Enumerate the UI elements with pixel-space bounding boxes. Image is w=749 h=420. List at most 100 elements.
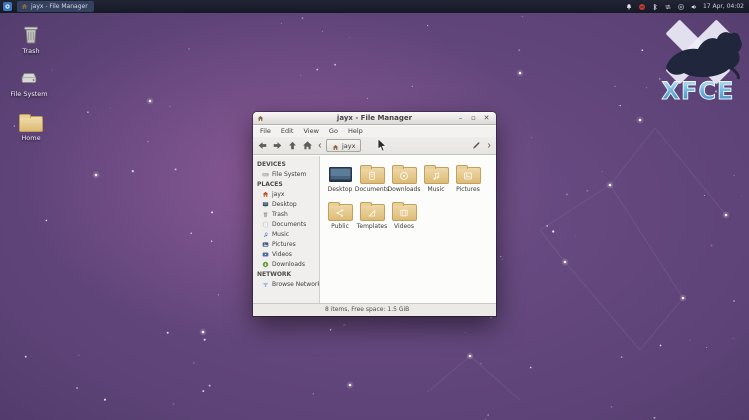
sidebar-item-browse-network[interactable]: Browse Network bbox=[253, 279, 319, 289]
file-item-templates[interactable]: Templates bbox=[356, 199, 388, 233]
file-item-documents[interactable]: Documents bbox=[356, 162, 388, 196]
download-icon bbox=[262, 261, 269, 268]
path-label: jayx bbox=[342, 140, 355, 152]
desktop-icon-file-system[interactable]: File System bbox=[6, 66, 52, 98]
sidebar-item-label: Trash bbox=[272, 211, 288, 218]
emblem-template-icon bbox=[361, 205, 384, 220]
network-icon bbox=[262, 281, 269, 288]
notifications-icon[interactable] bbox=[625, 3, 633, 11]
video-icon bbox=[262, 251, 269, 258]
file-item-pictures[interactable]: Pictures bbox=[452, 162, 484, 196]
desktop-icon-label: File System bbox=[10, 90, 47, 98]
panel-clock[interactable]: 17 Apr, 04:02 bbox=[703, 0, 744, 13]
path-scroll-right-button[interactable] bbox=[485, 139, 493, 152]
file-label: Documents bbox=[355, 186, 389, 193]
applications-menu-icon bbox=[4, 3, 11, 10]
desktop-icon-label: Home bbox=[21, 134, 40, 142]
path-scroll-left-button[interactable] bbox=[316, 139, 324, 152]
file-label: Downloads bbox=[388, 186, 421, 193]
applications-menu-button[interactable] bbox=[3, 2, 12, 11]
up-button[interactable] bbox=[286, 139, 299, 152]
sidebar-header-devices: DEVICES bbox=[253, 159, 319, 169]
sidebar-item-trash[interactable]: Trash bbox=[253, 209, 319, 219]
picture-icon bbox=[262, 241, 269, 248]
page-icon bbox=[262, 221, 269, 228]
sidebar-item-jayx[interactable]: jayx bbox=[253, 189, 319, 199]
sidebar-item-label: File System bbox=[272, 171, 306, 178]
file-label: Pictures bbox=[456, 186, 480, 193]
file-icon bbox=[392, 199, 417, 221]
file-view[interactable]: DesktopDocumentsDownloads Music Pictures Pu… bbox=[320, 156, 496, 303]
indicator-icon[interactable] bbox=[677, 3, 685, 11]
emblem-share-icon bbox=[329, 205, 352, 220]
forward-button[interactable] bbox=[271, 139, 284, 152]
taskbar-window-label: jayx - File Manager bbox=[31, 1, 88, 12]
file-item-desktop[interactable]: Desktop bbox=[324, 162, 356, 196]
window-titlebar-icon bbox=[257, 115, 264, 122]
sidebar-item-videos[interactable]: Videos bbox=[253, 249, 319, 259]
sidebar-item-label: Pictures bbox=[272, 241, 296, 248]
file-item-music[interactable]: Music bbox=[420, 162, 452, 196]
folder-icon bbox=[392, 167, 417, 184]
folder-icon bbox=[360, 167, 385, 184]
volume-icon[interactable] bbox=[690, 3, 698, 11]
home-button[interactable] bbox=[301, 139, 314, 152]
sidebar-item-label: Desktop bbox=[272, 201, 297, 208]
file-manager-window: jayx - File Manager –▫✕ FileEditViewGoHe… bbox=[253, 112, 496, 316]
taskbar-window-icon bbox=[21, 3, 28, 10]
menu-edit[interactable]: Edit bbox=[276, 126, 299, 137]
folder-big-icon bbox=[19, 110, 43, 132]
sidebar-item-pictures[interactable]: Pictures bbox=[253, 239, 319, 249]
sidebar-header-network: NETWORK bbox=[253, 269, 319, 279]
file-icon bbox=[360, 162, 385, 184]
desktop-icon-trash[interactable]: Trash bbox=[8, 23, 54, 55]
maximize-button[interactable]: ▫ bbox=[469, 114, 478, 123]
minimize-button[interactable]: – bbox=[456, 114, 465, 123]
file-label: Desktop bbox=[328, 186, 353, 193]
close-button[interactable]: ✕ bbox=[482, 114, 491, 123]
sidebar-item-label: Documents bbox=[272, 221, 306, 228]
drive-icon bbox=[262, 171, 269, 178]
updates-icon[interactable] bbox=[638, 3, 646, 11]
file-label: Public bbox=[331, 223, 349, 230]
back-button[interactable] bbox=[256, 139, 269, 152]
sidebar-item-downloads[interactable]: Downloads bbox=[253, 259, 319, 269]
file-label: Music bbox=[427, 186, 444, 193]
menubar: FileEditViewGoHelp bbox=[253, 126, 496, 137]
menu-help[interactable]: Help bbox=[343, 126, 368, 137]
xfce-logo: XFCE bbox=[648, 19, 748, 107]
window-titlebar[interactable]: jayx - File Manager –▫✕ bbox=[253, 112, 496, 125]
folder-icon bbox=[456, 167, 481, 184]
desktop-monitor-icon bbox=[328, 166, 353, 184]
folder-icon bbox=[392, 204, 417, 221]
bluetooth-icon[interactable] bbox=[651, 3, 659, 11]
desktop-icon-label: Trash bbox=[22, 47, 39, 55]
file-item-downloads[interactable]: Downloads bbox=[388, 162, 420, 196]
file-icon bbox=[456, 162, 481, 184]
sidebar-item-music[interactable]: Music bbox=[253, 229, 319, 239]
sidebar-item-label: Videos bbox=[272, 251, 292, 258]
edit-path-button[interactable] bbox=[470, 139, 483, 152]
path-home-icon bbox=[332, 136, 339, 155]
xfce-mouse-icon bbox=[656, 21, 742, 81]
menu-file[interactable]: File bbox=[255, 126, 276, 137]
file-label: Templates bbox=[357, 223, 388, 230]
taskbar-window-button[interactable]: jayx - File Manager bbox=[17, 1, 94, 12]
desktop-icon-home[interactable]: Home bbox=[8, 110, 54, 142]
network-icon[interactable] bbox=[664, 3, 672, 11]
menu-view[interactable]: View bbox=[298, 126, 323, 137]
sidebar-item-documents[interactable]: Documents bbox=[253, 219, 319, 229]
file-item-videos[interactable]: Videos bbox=[388, 199, 420, 233]
note-icon bbox=[262, 231, 269, 238]
window-body: DEVICES File SystemPLACES jayx Desktop Trash… bbox=[253, 156, 496, 303]
sidebar-header-places: PLACES bbox=[253, 179, 319, 189]
folder-icon bbox=[424, 167, 449, 184]
sidebar-item-file-system[interactable]: File System bbox=[253, 169, 319, 179]
file-item-public[interactable]: Public bbox=[324, 199, 356, 233]
path-button-home[interactable]: jayx bbox=[326, 139, 361, 152]
sidebar-item-label: Browse Network bbox=[272, 281, 320, 288]
sidebar-item-label: jayx bbox=[272, 191, 284, 198]
sidebar-item-desktop[interactable]: Desktop bbox=[253, 199, 319, 209]
emblem-picture-icon bbox=[457, 168, 480, 183]
top-panel: jayx - File Manager 17 Apr, 04:02 bbox=[0, 0, 749, 13]
